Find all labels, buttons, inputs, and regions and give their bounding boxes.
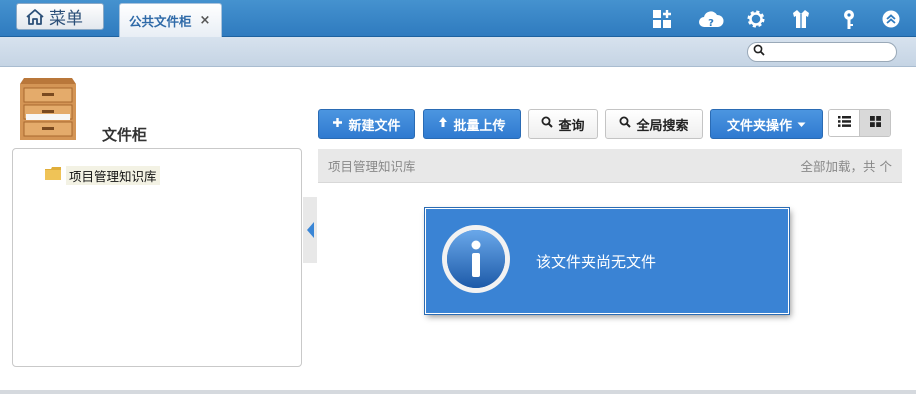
batch-upload-label: 批量上传 bbox=[453, 118, 506, 134]
list-icon bbox=[837, 115, 851, 131]
sidebar-collapse-handle[interactable] bbox=[303, 197, 317, 263]
query-label: 查询 bbox=[558, 118, 585, 134]
home-icon bbox=[25, 8, 45, 26]
list-view-button[interactable] bbox=[829, 110, 860, 136]
gear-icon[interactable] bbox=[745, 8, 767, 30]
top-bar: 菜单 公共文件柜 × ? bbox=[0, 0, 916, 37]
panel-title: 文件柜 bbox=[102, 126, 148, 144]
tab-label: 公共文件柜 bbox=[129, 14, 192, 29]
breadcrumb: 项目管理知识库 bbox=[328, 159, 416, 174]
upload-arrow-icon bbox=[438, 116, 448, 132]
svg-text:?: ? bbox=[708, 18, 714, 29]
shirt-icon[interactable] bbox=[790, 8, 812, 30]
folder-icon bbox=[45, 167, 61, 184]
menu-label: 菜单 bbox=[49, 9, 83, 29]
folder-tree: 项目管理知识库 bbox=[12, 148, 302, 367]
global-search-label: 全局搜索 bbox=[636, 118, 689, 134]
plus-icon bbox=[332, 117, 343, 132]
key-icon[interactable] bbox=[838, 8, 860, 30]
new-file-label: 新建文件 bbox=[348, 118, 401, 134]
query-button[interactable]: 查询 bbox=[528, 109, 598, 139]
close-icon[interactable]: × bbox=[200, 13, 211, 28]
file-cabinet-icon bbox=[16, 74, 78, 142]
folder-operations-label: 文件夹操作 bbox=[726, 118, 792, 134]
search-icon bbox=[619, 116, 632, 132]
empty-message: 该文件夹尚无文件 bbox=[536, 252, 657, 271]
load-status: 全部加载，共 个 bbox=[800, 159, 892, 174]
content-header: 项目管理知识库 全部加载，共 个 bbox=[318, 149, 902, 183]
tree-item-label: 项目管理知识库 bbox=[66, 166, 160, 185]
tree-item-project-knowledge-base[interactable]: 项目管理知识库 bbox=[45, 166, 160, 185]
caret-down-icon bbox=[797, 117, 806, 132]
bottom-strip bbox=[0, 390, 916, 394]
menu-button[interactable]: 菜单 bbox=[16, 3, 104, 30]
batch-upload-button[interactable]: 批量上传 bbox=[423, 109, 521, 139]
empty-folder-notice: 该文件夹尚无文件 bbox=[424, 207, 790, 315]
collapse-up-icon[interactable] bbox=[880, 8, 902, 30]
grid-view-button[interactable] bbox=[860, 110, 890, 136]
view-toggle bbox=[828, 109, 891, 137]
search-bar bbox=[0, 37, 916, 67]
tab-public-file-cabinet[interactable]: 公共文件柜 × bbox=[119, 3, 222, 37]
search-input[interactable] bbox=[747, 42, 897, 62]
search-icon bbox=[541, 116, 554, 132]
global-search-button[interactable]: 全局搜索 bbox=[605, 109, 703, 139]
folder-operations-dropdown[interactable]: 文件夹操作 bbox=[710, 109, 823, 139]
cloud-help-icon[interactable]: ? bbox=[698, 8, 724, 30]
grid-icon bbox=[869, 115, 881, 131]
search-icon bbox=[753, 44, 765, 60]
new-file-button[interactable]: 新建文件 bbox=[318, 109, 415, 139]
grid-add-icon[interactable] bbox=[651, 8, 673, 30]
info-icon bbox=[440, 223, 512, 299]
